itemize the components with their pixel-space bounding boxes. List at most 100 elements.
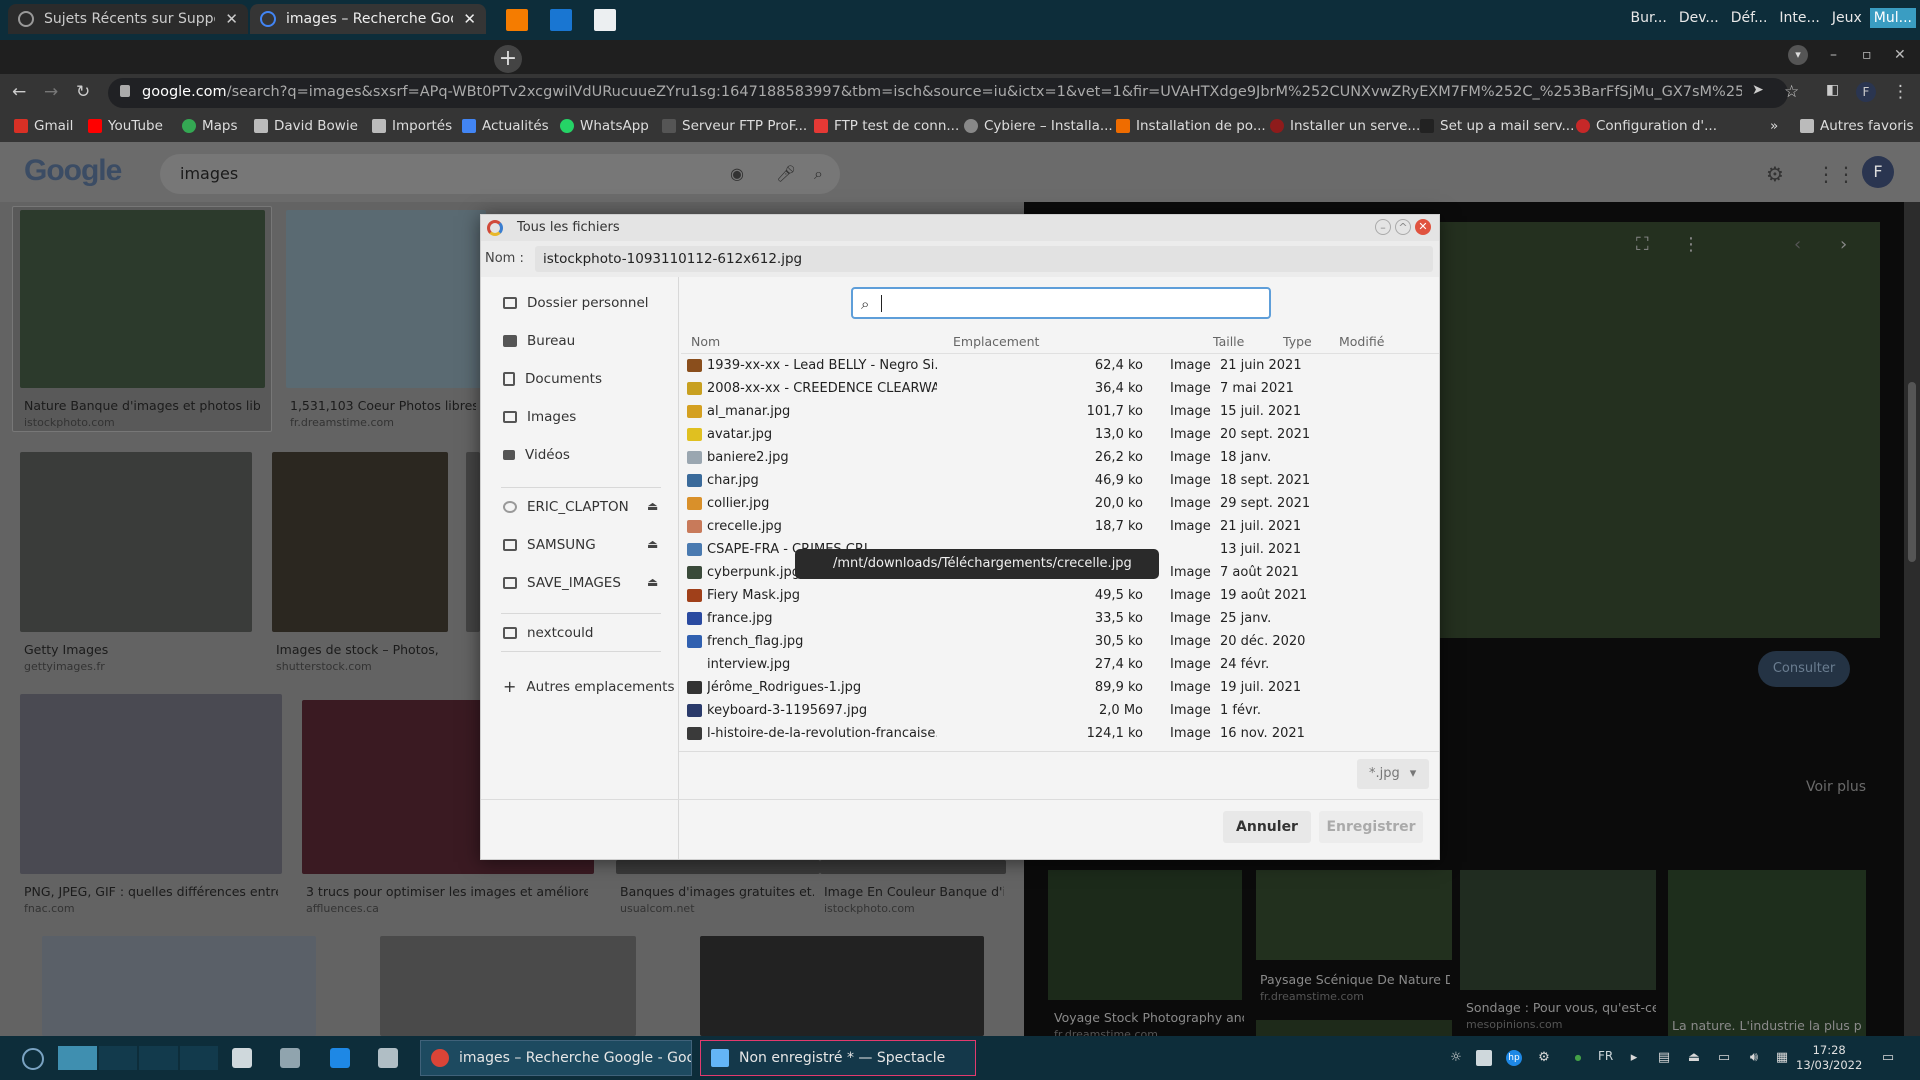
sidebar-device-eric-clapton[interactable]: ERIC_CLAPTON	[503, 499, 629, 515]
result-caption[interactable]: PNG, JPEG, GIF : quelles différences ent…	[24, 884, 278, 899]
search-icon[interactable]: ⌕	[814, 164, 823, 184]
more-options-icon[interactable]: ⋮	[1682, 234, 1700, 255]
previous-icon[interactable]: ‹	[1794, 234, 1801, 255]
window-close-icon[interactable]: ✕	[1894, 47, 1906, 63]
task-chrome[interactable]: images – Recherche Google - Googl...	[420, 1040, 692, 1076]
editor-launcher-icon[interactable]	[594, 9, 616, 31]
result-caption[interactable]: Banques d'images gratuites et...	[620, 884, 814, 899]
settings-gear-icon[interactable]: ⚙	[1536, 1050, 1552, 1066]
usb-icon[interactable]: ⏏	[1686, 1050, 1702, 1066]
see-more-link[interactable]: Voir plus	[1806, 779, 1866, 795]
google-logo[interactable]: Google	[24, 154, 122, 188]
result-caption[interactable]: Nature Banque d'images et photos libres …	[24, 398, 260, 413]
dialog-titlebar[interactable]	[481, 215, 1439, 241]
show-desktop-icon[interactable]: ▭	[1880, 1050, 1896, 1066]
bookmark-star-icon[interactable]: ☆	[1784, 82, 1799, 102]
send-icon[interactable]: ➤	[1752, 82, 1764, 98]
file-row[interactable]: crecelle.jpg 18,7 ko Image 21 juil. 2021	[681, 516, 1437, 539]
bookmark-actualites[interactable]: Actualités	[462, 118, 549, 134]
workspace-6[interactable]: Mul...	[1869, 8, 1916, 28]
file-row[interactable]: baniere2.jpg 26,2 ko Image 18 janv.	[681, 447, 1437, 470]
virtual-desktop-pager[interactable]	[58, 1046, 218, 1070]
related-caption[interactable]: Paysage Scénique De Nature De ...	[1260, 972, 1450, 987]
file-row[interactable]: interview.jpg 27,4 ko Image 24 févr.	[681, 654, 1437, 677]
close-icon[interactable]: ✕	[463, 10, 476, 28]
result-image[interactable]	[42, 936, 316, 1036]
related-image[interactable]	[1256, 870, 1452, 960]
bookmark-ftp-server[interactable]: Serveur FTP ProF...	[662, 118, 807, 134]
file-row[interactable]: avatar.jpg 13,0 ko Image 20 sept. 2021	[681, 424, 1437, 447]
bookmarks-overflow[interactable]: »	[1770, 118, 1778, 134]
sidebar-item-documents[interactable]: Documents	[503, 371, 602, 387]
bookmark-installer-serveur[interactable]: Installer un serve...	[1270, 118, 1420, 134]
lock-icon[interactable]	[120, 85, 130, 97]
desktop-3[interactable]	[139, 1046, 178, 1070]
start-menu-icon[interactable]	[22, 1048, 44, 1070]
side-panel-icon[interactable]: ◧	[1826, 82, 1839, 98]
sidebar-item-videos[interactable]: Vidéos	[503, 447, 570, 463]
result-image[interactable]	[700, 936, 984, 1036]
next-icon[interactable]: ›	[1840, 234, 1847, 255]
file-row[interactable]: Jérôme_Rodrigues-1.jpg 89,9 ko Image 19 jui…	[681, 677, 1437, 700]
file-row[interactable]: 2008-xx-xx - CREEDENCE CLEARWA... 36,4 ko…	[681, 378, 1437, 401]
bookmark-mail-server[interactable]: Set up a mail serv...	[1420, 118, 1574, 134]
sidebar-item-images[interactable]: Images	[503, 409, 576, 425]
display-icon[interactable]: ▭	[1716, 1050, 1732, 1066]
related-image[interactable]	[1460, 870, 1656, 990]
desktop-4[interactable]	[179, 1046, 218, 1070]
bookmark-cybiere[interactable]: Cybiere – Installa...	[964, 118, 1113, 134]
terminal-icon[interactable]: ▸	[1626, 1050, 1642, 1066]
desktop-2[interactable]	[98, 1046, 137, 1070]
column-header-modified[interactable]: Modifié	[1339, 334, 1384, 349]
fullscreen-icon[interactable]: ⛶	[1636, 234, 1649, 255]
microphone-icon[interactable]: 🎤︎	[776, 164, 796, 183]
save-button[interactable]: Enregistrer	[1319, 811, 1423, 843]
result-caption[interactable]: Getty Images	[24, 642, 244, 657]
dialog-minimize-icon[interactable]: –	[1375, 219, 1391, 235]
file-row[interactable]: collier.jpg 20,0 ko Image 29 sept. 2021	[681, 493, 1437, 516]
workspace-1[interactable]: Bur...	[1627, 8, 1671, 28]
notes-icon[interactable]	[378, 1048, 398, 1068]
clock[interactable]: 17:28 13/03/2022	[1796, 1043, 1862, 1073]
file-row[interactable]: char.jpg 46,9 ko Image 18 sept. 2021	[681, 470, 1437, 493]
related-caption[interactable]: La nature. L'industrie la plus préc...	[1672, 1018, 1862, 1033]
camera-icon[interactable]: ◉	[730, 164, 744, 183]
bookmark-configuration[interactable]: Configuration d'...	[1576, 118, 1717, 134]
result-caption[interactable]: 1,531,103 Coeur Photos libres d...	[290, 398, 476, 413]
sidebar-device-save-images[interactable]: SAVE_IMAGES	[503, 575, 621, 591]
task-spectacle[interactable]: Non enregistré * — Spectacle	[700, 1040, 976, 1076]
bookmark-maps[interactable]: Maps	[182, 118, 238, 134]
sidebar-item-desktop[interactable]: Bureau	[503, 333, 575, 349]
result-image[interactable]	[616, 860, 820, 874]
dialog-maximize-icon[interactable]: ^	[1395, 219, 1411, 235]
file-manager-icon[interactable]	[330, 1048, 350, 1068]
related-image[interactable]	[1668, 870, 1866, 1036]
bookmark-whatsapp[interactable]: WhatsApp	[560, 118, 649, 134]
settings-gear-icon[interactable]: ⚙	[1766, 162, 1784, 186]
page-scrollbar-thumb[interactable]	[1908, 382, 1916, 562]
result-caption[interactable]: Image En Couleur Banque d'im...	[824, 884, 1004, 899]
file-row[interactable]: keyboard-3-1195697.jpg 2,0 Mo Image 1 févr.	[681, 700, 1437, 723]
file-row[interactable]: france.jpg 33,5 ko Image 25 janv.	[681, 608, 1437, 631]
consult-button[interactable]: Consulter	[1758, 651, 1850, 687]
workspace-5[interactable]: Jeux	[1828, 8, 1866, 28]
hp-icon[interactable]: hp	[1506, 1050, 1522, 1066]
workspace-3[interactable]: Déf...	[1727, 8, 1772, 28]
related-image[interactable]	[1256, 1020, 1452, 1036]
bookmark-gmail[interactable]: Gmail	[14, 118, 73, 134]
rss-launcher-icon[interactable]	[506, 9, 528, 31]
minimize-icon[interactable]: –	[1830, 47, 1837, 63]
result-image[interactable]	[820, 860, 1006, 874]
maximize-icon[interactable]: ▫	[1862, 47, 1872, 63]
eject-icon[interactable]: ⏏	[647, 499, 658, 513]
bookmark-david-bowie[interactable]: David Bowie	[254, 118, 358, 134]
workspace-2[interactable]: Dev...	[1675, 8, 1723, 28]
result-image[interactable]	[286, 210, 486, 388]
sidebar-item-other-locations[interactable]: + Autres emplacements	[503, 677, 675, 696]
back-icon[interactable]: ←	[12, 82, 26, 102]
tab-support[interactable]: Sujets Récents sur Support D ✕	[8, 4, 248, 34]
eject-icon[interactable]: ⏏	[647, 575, 658, 589]
result-caption[interactable]: 3 trucs pour optimiser les images et amé…	[306, 884, 588, 899]
result-caption[interactable]: Images de stock – Photos, I...	[276, 642, 442, 657]
column-header-size[interactable]: Taille	[1213, 334, 1244, 349]
